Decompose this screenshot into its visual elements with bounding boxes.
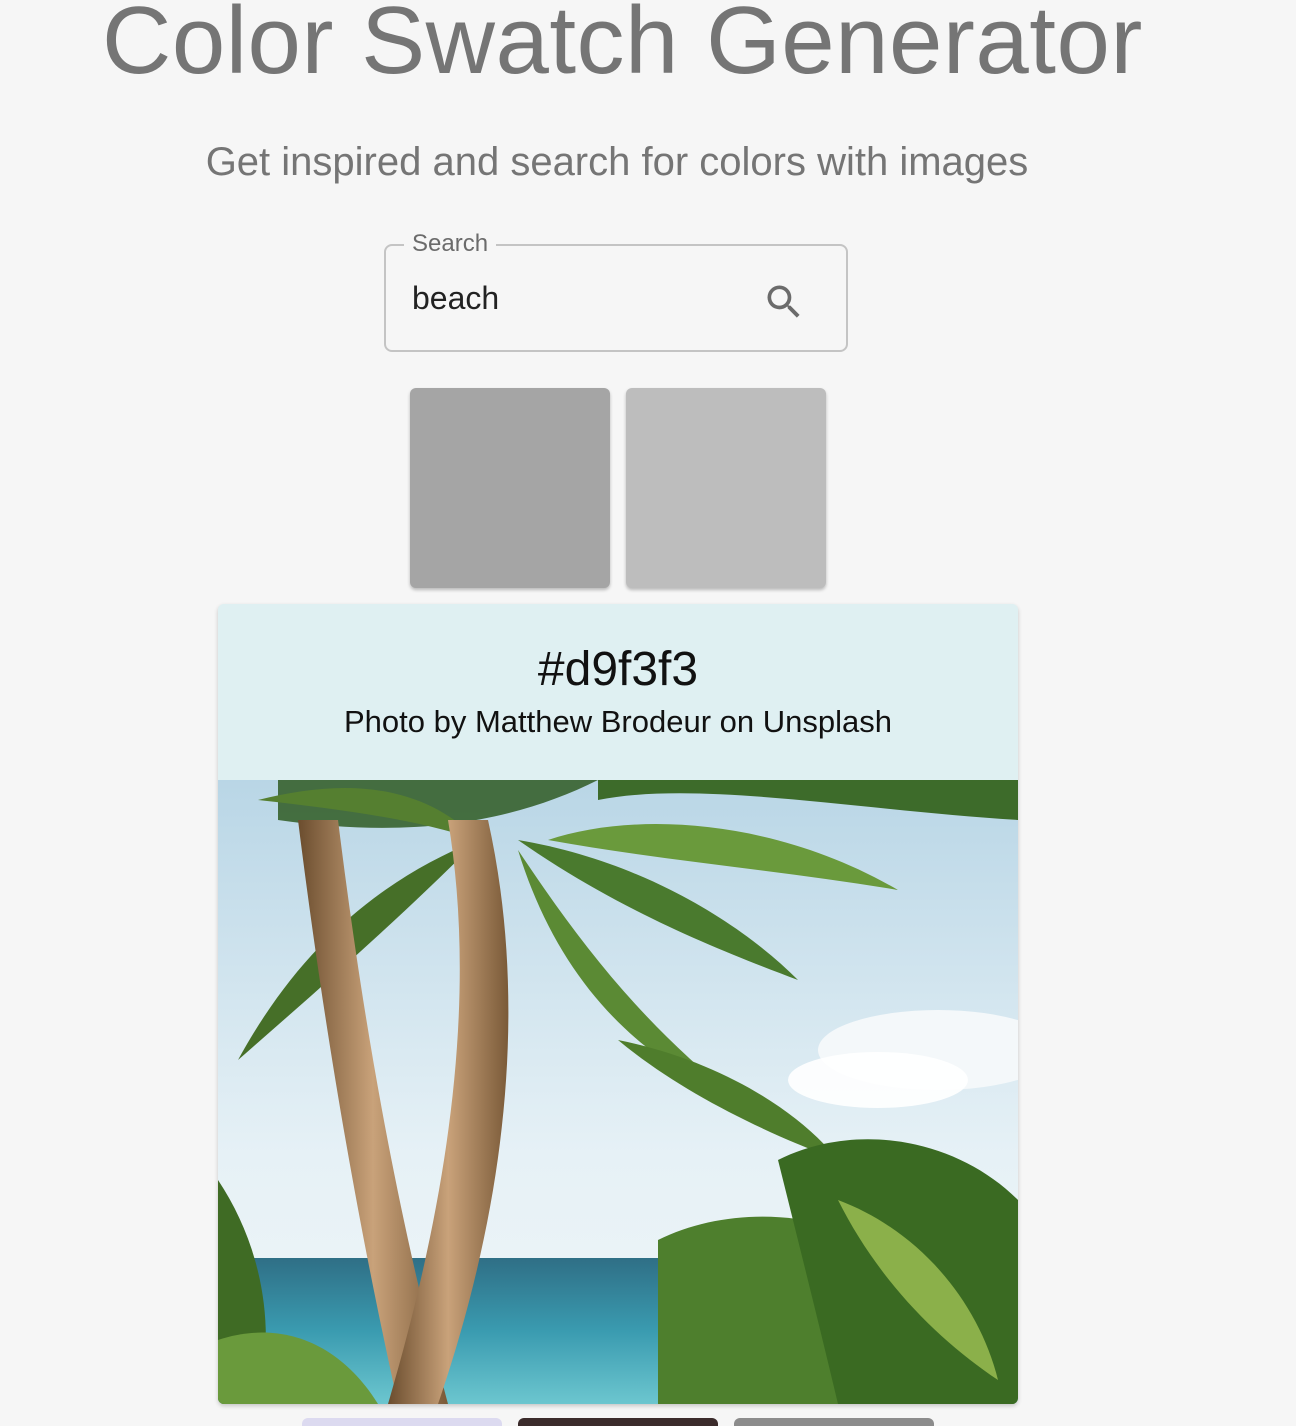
search-field[interactable]: Search [384, 230, 848, 352]
page-title: Color Swatch Generator [102, 0, 1143, 94]
search-input[interactable] [412, 274, 742, 322]
hex-value: #d9f3f3 [537, 643, 699, 696]
search-label: Search [404, 230, 497, 258]
color-swatch[interactable] [302, 1418, 502, 1426]
color-swatch[interactable] [410, 388, 610, 588]
color-swatch[interactable] [518, 1418, 718, 1426]
page: Color Swatch Generator Get inspired and … [0, 0, 1296, 1426]
color-swatch[interactable] [626, 388, 826, 588]
color-swatch[interactable] [734, 1418, 934, 1426]
card-header: #d9f3f3 Photo by Matthew Brodeur on Unsp… [218, 604, 1018, 780]
color-result-card[interactable]: #d9f3f3 Photo by Matthew Brodeur on Unsp… [218, 604, 1018, 1404]
page-subtitle: Get inspired and search for colors with … [205, 140, 1029, 184]
search-icon[interactable] [762, 280, 806, 324]
beach-photo [218, 780, 1018, 1404]
photo-credit: Photo by Matthew Brodeur on Unsplash [344, 704, 892, 739]
